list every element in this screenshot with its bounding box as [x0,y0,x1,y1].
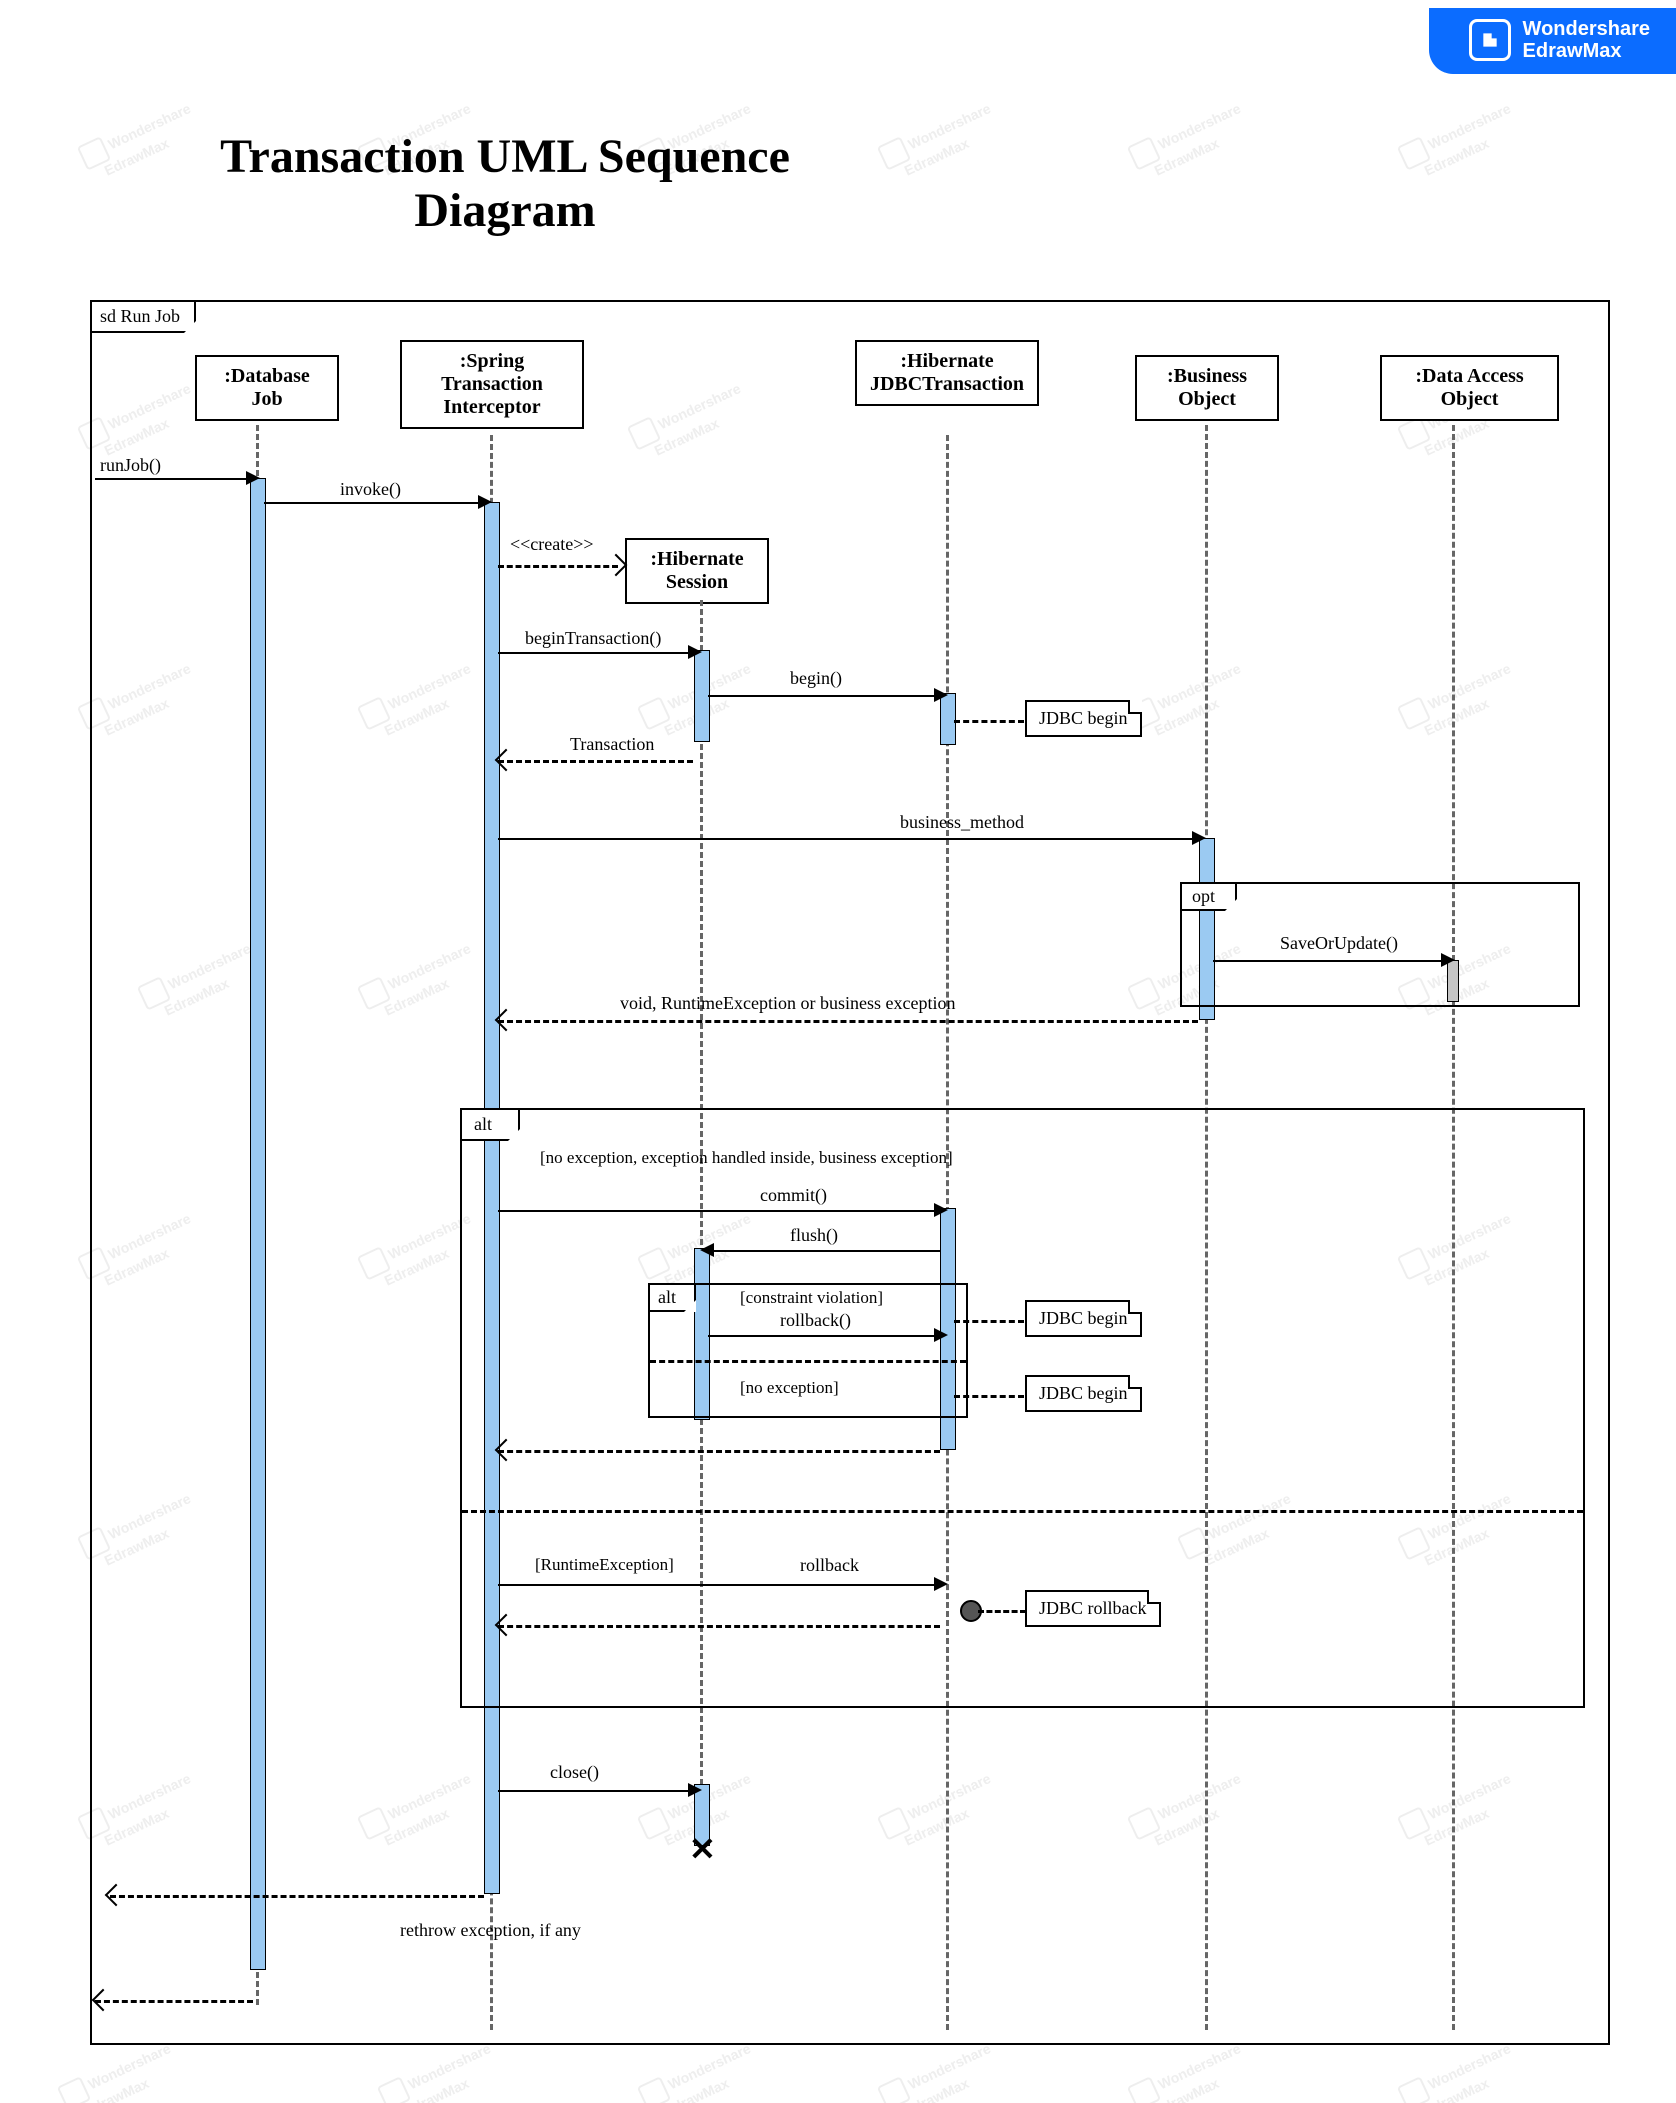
brand-badge: Wondershare EdrawMax [1429,8,1676,74]
arrowhead [1192,831,1206,845]
note-jdbc-begin3: JDBC begin [1025,1375,1142,1412]
msg-close: close() [550,1762,599,1783]
opt-label: opt [1180,882,1237,911]
msg-begintxn: beginTransaction() [525,628,661,649]
activation-db [250,478,266,1970]
note-jdbc-begin2: JDBC begin [1025,1300,1142,1337]
msg-commit: commit() [760,1185,827,1206]
arrow-return-rollback [498,1625,940,1628]
arrow-rollback1 [708,1335,940,1337]
cond-constraint: [constraint violation] [740,1288,883,1308]
inner-divider [650,1360,966,1363]
note-jdbc-rollback: JDBC rollback [1025,1590,1161,1627]
alt-label: alt [460,1108,520,1141]
arrowhead [700,1243,714,1257]
arrow-jdbc-note [954,720,1024,723]
arrow-return-commit [498,1450,940,1453]
arrow-rollback2 [498,1584,940,1586]
arrow-return-void [498,1020,1198,1023]
cond-no-exc2: [no exception] [740,1378,839,1398]
arrowhead [1441,953,1455,967]
arrow-txn-return [498,760,693,763]
diagram-title: Transaction UML Sequence Diagram [170,130,840,238]
frame-label: sd Run Job [90,300,196,333]
alt-frame [460,1108,1585,1708]
lifeline-jdbc-txn: :Hibernate JDBCTransaction [855,340,1039,406]
arrow-business [498,838,1198,840]
arrow-note3 [954,1395,1024,1398]
arrowhead [934,1328,948,1342]
destroy-icon: ✕ [689,1830,716,1868]
arrow-begintxn [498,652,693,654]
inner-alt-label: alt [648,1283,696,1312]
msg-return-void: void, RuntimeException or business excep… [620,993,955,1014]
msg-txn-return: Transaction [570,734,654,755]
msg-runjob: runJob() [100,455,161,476]
arrow-flush [708,1250,940,1252]
note-jdbc-begin: JDBC begin [1025,700,1142,737]
cond-no-exc: [no exception, exception handled inside,… [540,1148,953,1168]
lifeline-dao: :Data Access Object [1380,355,1559,421]
arrow-runjob [95,478,250,480]
msg-business: business_method [900,812,1024,833]
msg-rollback-paren: rollback() [780,1310,851,1331]
arrowhead [934,1577,948,1591]
msg-save: SaveOrUpdate() [1280,933,1398,954]
arrow-begin [708,695,940,697]
arrowhead [934,1203,948,1217]
msg-rollback: rollback [800,1555,859,1576]
brand-line1: Wondershare [1523,18,1650,40]
arrowhead [934,688,948,702]
arrowhead [688,645,702,659]
lifeline-interceptor: :Spring Transaction Interceptor [400,340,584,429]
msg-flush: flush() [790,1225,838,1246]
msg-create: <<create>> [510,534,594,555]
msg-invoke: invoke() [340,479,401,500]
arrow-rethrow [110,1895,484,1898]
cond-runtime: [RuntimeException] [535,1555,674,1575]
page: Wondershare EdrawMax Wondershare EdrawMa… [0,0,1676,2103]
arrow-invoke [264,502,484,504]
arrow-create [498,565,618,568]
arrowhead [478,495,492,509]
arrow-close [498,1790,693,1792]
arrow-save [1213,960,1447,962]
arrowhead [246,471,260,485]
lifeline-database-job: :Database Job [195,355,339,421]
brand-line2: EdrawMax [1523,40,1650,62]
arrow-note2 [954,1320,1024,1323]
msg-rethrow: rethrow exception, if any [400,1920,581,1941]
arrowhead [688,1783,702,1797]
msg-begin: begin() [790,668,842,689]
arrow-commit [498,1210,940,1212]
arrow-jdbc-rollback [978,1610,1026,1613]
lifeline-hibernate-session: :Hibernate Session [625,538,769,604]
arrow-final-return [95,2000,253,2003]
brand-icon [1469,19,1511,61]
lifeline-business: :Business Object [1135,355,1279,421]
alt-divider [462,1510,1583,1513]
